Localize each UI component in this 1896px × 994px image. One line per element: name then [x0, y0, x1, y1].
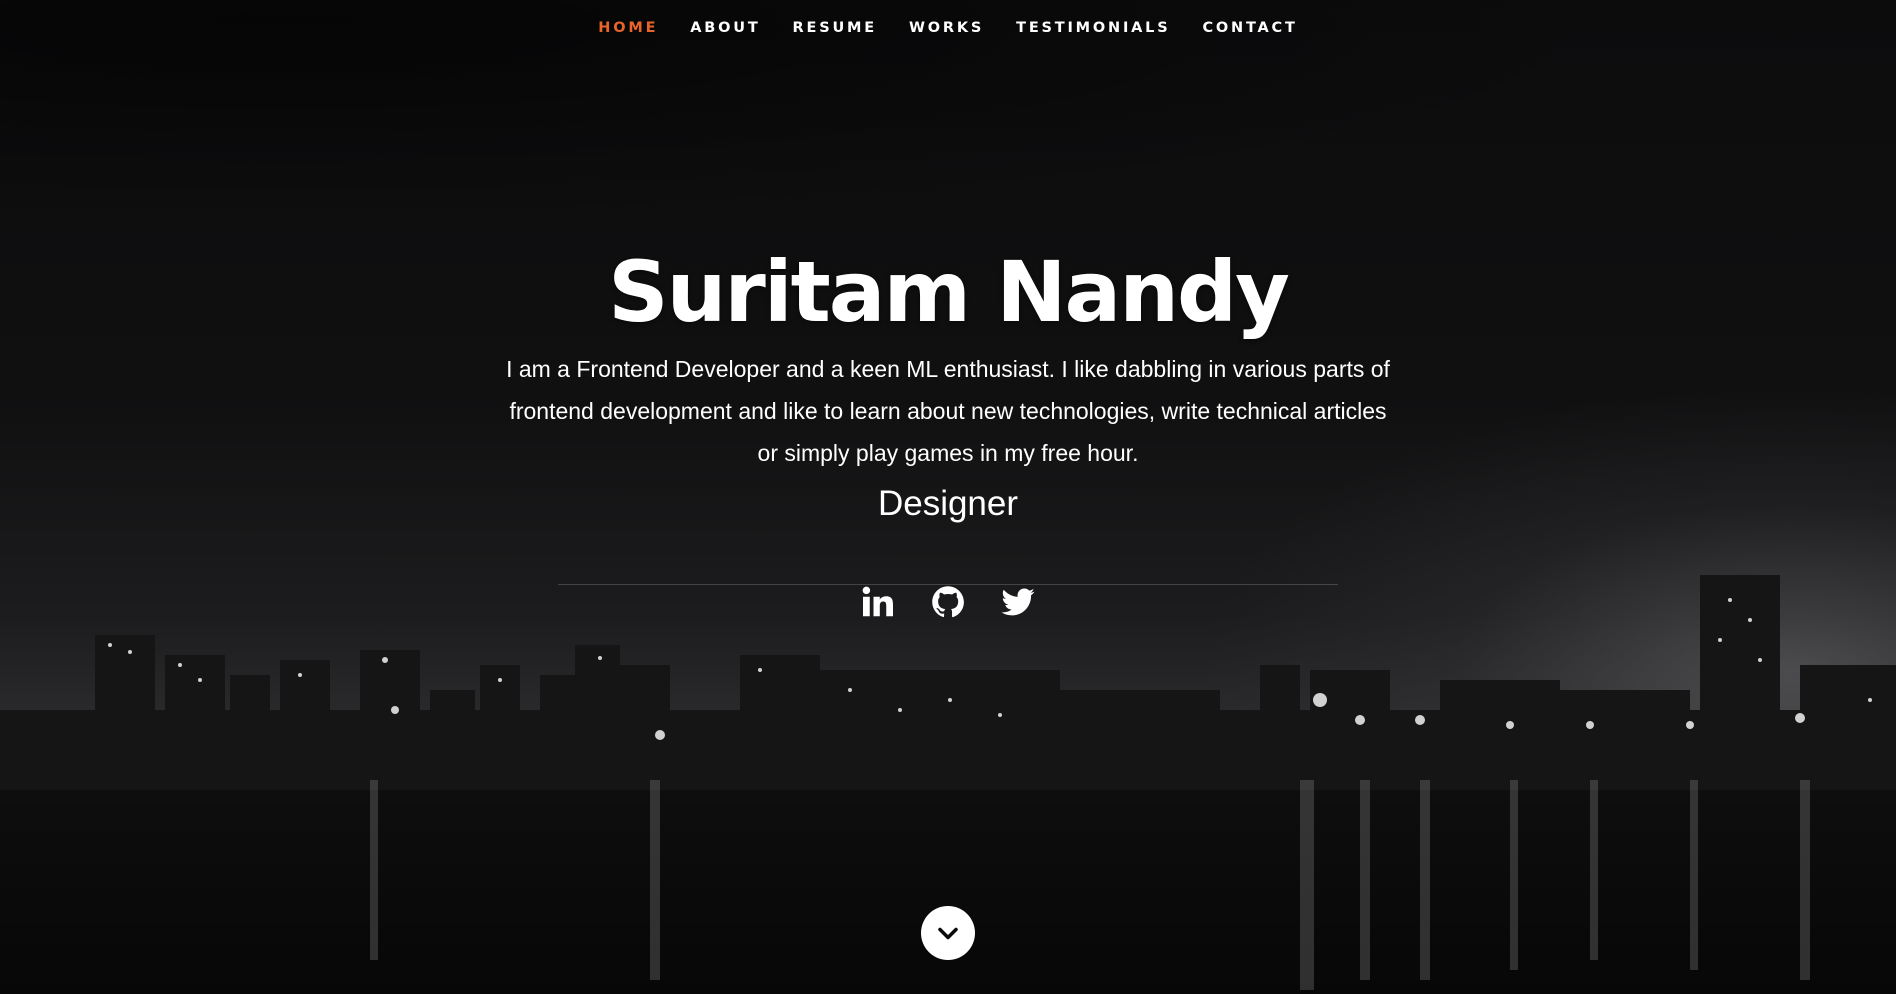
hero-bio: I am a Frontend Developer and a keen ML … — [506, 356, 1390, 466]
nav-item-about[interactable]: ABOUT — [674, 18, 776, 38]
chevron-down-icon — [938, 927, 958, 940]
water-reflection — [370, 780, 1810, 990]
hero-name: Suritam Nandy — [608, 243, 1290, 341]
social-links — [0, 584, 1896, 620]
hero-role: Designer — [877, 484, 1019, 523]
linkedin-icon — [862, 586, 893, 617]
nav-item-works[interactable]: WORKS — [893, 18, 1000, 38]
twitter-icon — [1001, 588, 1035, 616]
nav-item-contact[interactable]: CONTACT — [1186, 18, 1313, 38]
github-icon — [932, 586, 964, 618]
github-link[interactable] — [930, 584, 966, 620]
nav-item-home[interactable]: HOME — [582, 18, 674, 38]
nav-item-testimonials[interactable]: TESTIMONIALS — [1000, 18, 1186, 38]
twitter-link[interactable] — [1000, 584, 1036, 620]
hero-section: Suritam Nandy I am a Frontend Developer … — [0, 240, 1896, 585]
linkedin-link[interactable] — [860, 584, 896, 620]
nav-item-resume[interactable]: RESUME — [777, 18, 893, 38]
main-navigation: HOME ABOUT RESUME WORKS TESTIMONIALS CON… — [0, 18, 1896, 38]
scroll-down-button[interactable] — [921, 906, 975, 960]
